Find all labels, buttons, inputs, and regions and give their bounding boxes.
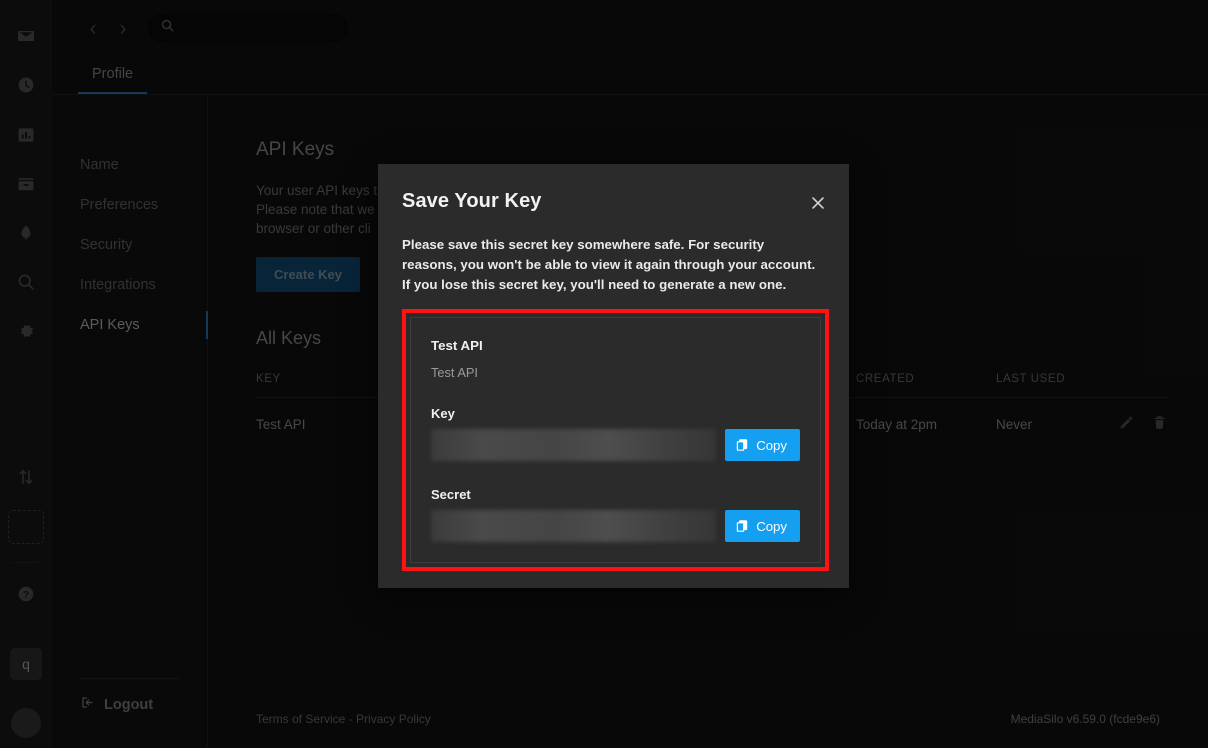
secret-field-row: Copy (431, 510, 800, 542)
copy-key-label: Copy (756, 438, 787, 453)
copy-secret-label: Copy (756, 519, 787, 534)
key-input[interactable] (431, 429, 716, 461)
key-details-panel: Test API Test API Key Copy (410, 317, 821, 563)
app-root: ? q ‹ › Profile (0, 0, 1208, 748)
close-icon[interactable] (807, 192, 829, 214)
key-name-label: Test API (431, 338, 800, 353)
copy-secret-button[interactable]: Copy (725, 510, 800, 542)
key-field-label: Key (431, 406, 800, 421)
key-field-row: Copy (431, 429, 800, 461)
modal-body-line-1: Please save this secret key somewhere sa… (402, 235, 825, 255)
secret-input[interactable] (431, 510, 716, 542)
modal-body-line-2: reasons, you won't be able to view it ag… (402, 255, 825, 275)
modal-body-line-3: If you lose this secret key, you'll need… (402, 275, 825, 295)
highlight-box: Test API Test API Key Copy (402, 309, 829, 571)
key-description-label: Test API (431, 365, 800, 380)
save-your-key-modal: Save Your Key Please save this secret ke… (378, 164, 849, 588)
copy-key-button[interactable]: Copy (725, 429, 800, 461)
copy-icon (735, 519, 749, 533)
modal-title: Save Your Key (402, 190, 825, 213)
modal-body-text: Please save this secret key somewhere sa… (402, 235, 825, 295)
copy-icon (735, 438, 749, 452)
secret-field-label: Secret (431, 487, 800, 502)
